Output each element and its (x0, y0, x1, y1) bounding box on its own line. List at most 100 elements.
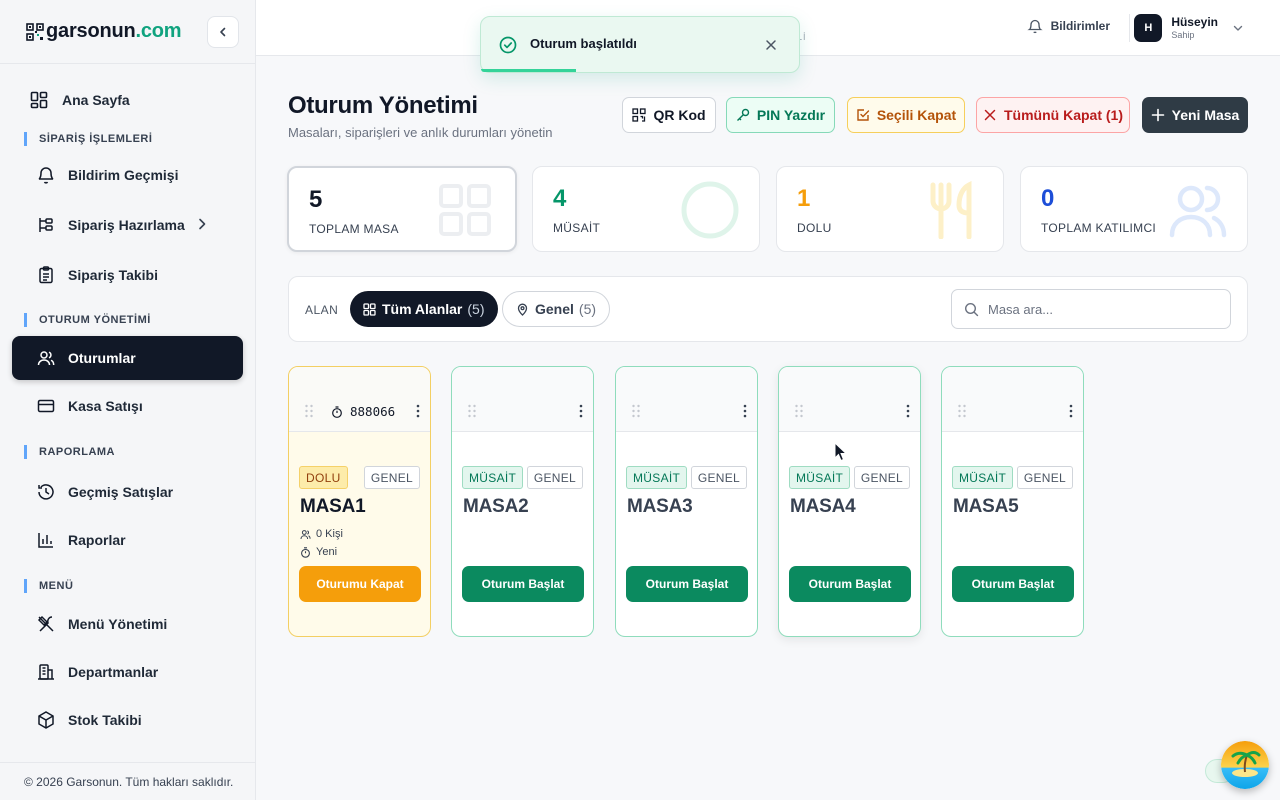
close-all-label: Tümünü Kapat (1) (1004, 107, 1123, 123)
collapse-sidebar-button[interactable] (207, 16, 239, 48)
status-badge: MÜSAİT (789, 466, 851, 489)
sidebar-item-past-sales[interactable]: Geçmiş Satışlar (12, 470, 243, 514)
users-icon (1169, 185, 1227, 238)
sidebar-item-cash-sale[interactable]: Kasa Satışı (12, 384, 243, 428)
close-all-button[interactable]: Tümünü Kapat (1) (976, 97, 1130, 133)
chip-general[interactable]: Genel (5) (502, 291, 611, 327)
sidebar-item-label: Bildirim Geçmişi (68, 167, 179, 183)
sidebar-item-order-tracking[interactable]: Sipariş Takibi (12, 253, 243, 297)
stat-card-available[interactable]: 4 MÜSAİT (532, 166, 760, 252)
section-menu: MENÜ (24, 579, 243, 593)
sidebar-item-label: Menü Yönetimi (68, 616, 168, 632)
table-card-masa4[interactable]: MÜSAİT GENEL MASA4 Oturum Başlat (778, 366, 921, 637)
drag-handle-icon[interactable] (631, 404, 641, 418)
sidebar-item-menu-management[interactable]: Menü Yönetimi (12, 602, 243, 646)
brand-logo[interactable]: garsonun .com (26, 20, 182, 43)
sidebar-item-home[interactable]: Ana Sayfa (12, 78, 243, 122)
notifications-button[interactable]: Bildirimler (1026, 18, 1110, 34)
stat-card-participants[interactable]: 0 TOPLAM KATILIMCI (1020, 166, 1248, 252)
table-pin: 888066 (331, 404, 395, 419)
drag-handle-icon[interactable] (794, 404, 804, 418)
table-name: MASA5 (953, 496, 1019, 517)
stat-value: 0 (1041, 185, 1055, 212)
copyright-text: © 2026 Garsonun. Tüm hakları saklıdır. (0, 762, 255, 800)
area-badge: GENEL (526, 466, 583, 489)
status-badge: MÜSAİT (626, 466, 688, 489)
stat-card-occupied[interactable]: 1 DOLU (776, 166, 1004, 252)
sidebar-item-sessions[interactable]: Oturumlar (12, 336, 243, 380)
search-input[interactable] (988, 301, 1218, 317)
utensils-crossed-icon (37, 615, 54, 632)
chevron-right-icon (199, 218, 206, 230)
page-title: Oturum Yönetimi (288, 92, 478, 119)
drag-handle-icon[interactable] (304, 404, 314, 418)
toast-progress-bar (481, 69, 577, 72)
assistant-fab-button[interactable] (1221, 741, 1269, 789)
credit-card-icon (37, 399, 55, 413)
avatar: H (1134, 14, 1163, 42)
more-vertical-icon[interactable] (743, 404, 747, 418)
stat-label: TOPLAM KATILIMCI (1041, 221, 1157, 235)
area-badge: GENEL (363, 466, 420, 489)
table-card-masa2[interactable]: MÜSAİT GENEL MASA2 Oturum Başlat (451, 366, 594, 637)
drag-handle-icon[interactable] (467, 404, 477, 418)
close-icon[interactable] (765, 39, 777, 51)
user-name: Hüseyin (1171, 15, 1218, 29)
check-circle-icon (499, 36, 517, 54)
table-card-masa3[interactable]: MÜSAİT GENEL MASA3 Oturum Başlat (615, 366, 758, 637)
table-name: MASA1 (300, 496, 366, 517)
timer-icon (301, 546, 310, 558)
qr-code-button[interactable]: QR Kod (622, 97, 716, 133)
start-session-button[interactable]: Oturum Başlat (626, 566, 748, 602)
pin-value: 888066 (350, 404, 396, 419)
print-pin-button[interactable]: PIN Yazdır (726, 97, 835, 133)
table-name: MASA3 (627, 496, 693, 517)
stat-card-total-tables[interactable]: 5 TOPLAM MASA (287, 166, 517, 252)
more-vertical-icon[interactable] (906, 404, 910, 418)
timer-icon (332, 405, 342, 418)
sidebar-item-order-prep[interactable]: Sipariş Hazırlama (12, 203, 243, 247)
table-card-masa5[interactable]: MÜSAİT GENEL MASA5 Oturum Başlat (941, 366, 1084, 637)
card-header (779, 367, 920, 432)
chef-hat-icon (39, 218, 53, 232)
topbar-divider (1129, 14, 1130, 42)
more-vertical-icon[interactable] (416, 404, 420, 418)
brand-name: garsonun (46, 20, 136, 42)
table-search[interactable] (951, 289, 1231, 329)
circle-icon (681, 181, 739, 239)
table-card-masa1[interactable]: 888066 DOLU GENEL MASA1 0 Kişi Yeni Otur… (288, 366, 431, 637)
new-table-label: Yeni Masa (1171, 107, 1240, 123)
chevron-left-icon (220, 27, 226, 37)
drag-handle-icon[interactable] (957, 404, 967, 418)
sidebar-item-label: Oturumlar (68, 350, 136, 366)
card-header (942, 367, 1083, 432)
new-table-button[interactable]: Yeni Masa (1142, 97, 1248, 133)
card-header (452, 367, 593, 432)
status-badge: MÜSAİT (952, 466, 1014, 489)
start-session-button[interactable]: Oturum Başlat (952, 566, 1074, 602)
sidebar-item-departments[interactable]: Departmanlar (12, 650, 243, 694)
sidebar-item-reports[interactable]: Raporlar (12, 518, 243, 562)
chip-count: (5) (467, 301, 485, 317)
plus-icon (1151, 108, 1164, 122)
close-session-button[interactable]: Oturumu Kapat (299, 566, 421, 602)
table-name: MASA2 (463, 496, 529, 517)
close-selected-button[interactable]: Seçili Kapat (847, 97, 965, 133)
chip-all-areas[interactable]: Tüm Alanlar (5) (350, 291, 498, 327)
users-icon (300, 529, 311, 539)
more-vertical-icon[interactable] (579, 404, 583, 418)
bell-icon (1026, 19, 1043, 34)
sidebar-item-notification-history[interactable]: Bildirim Geçmişi (12, 153, 243, 197)
page-subtitle: Masaları, siparişleri ve anlık durumları… (288, 125, 553, 140)
qr-code-label: QR Kod (653, 107, 706, 123)
more-vertical-icon[interactable] (1069, 404, 1073, 418)
start-session-button[interactable]: Oturum Başlat (462, 566, 584, 602)
sidebar-item-stock[interactable]: Stok Takibi (12, 698, 243, 742)
sidebar-item-label: Kasa Satışı (68, 398, 143, 414)
start-session-button[interactable]: Oturum Başlat (789, 566, 911, 602)
status-badge: DOLU (299, 466, 348, 489)
sidebar-item-label: Sipariş Hazırlama (68, 217, 185, 233)
user-menu[interactable]: H Hüseyin Sahip (1134, 14, 1244, 42)
notifications-label: Bildirimler (1050, 19, 1110, 33)
sidebar-item-label: Sipariş Takibi (68, 267, 158, 283)
